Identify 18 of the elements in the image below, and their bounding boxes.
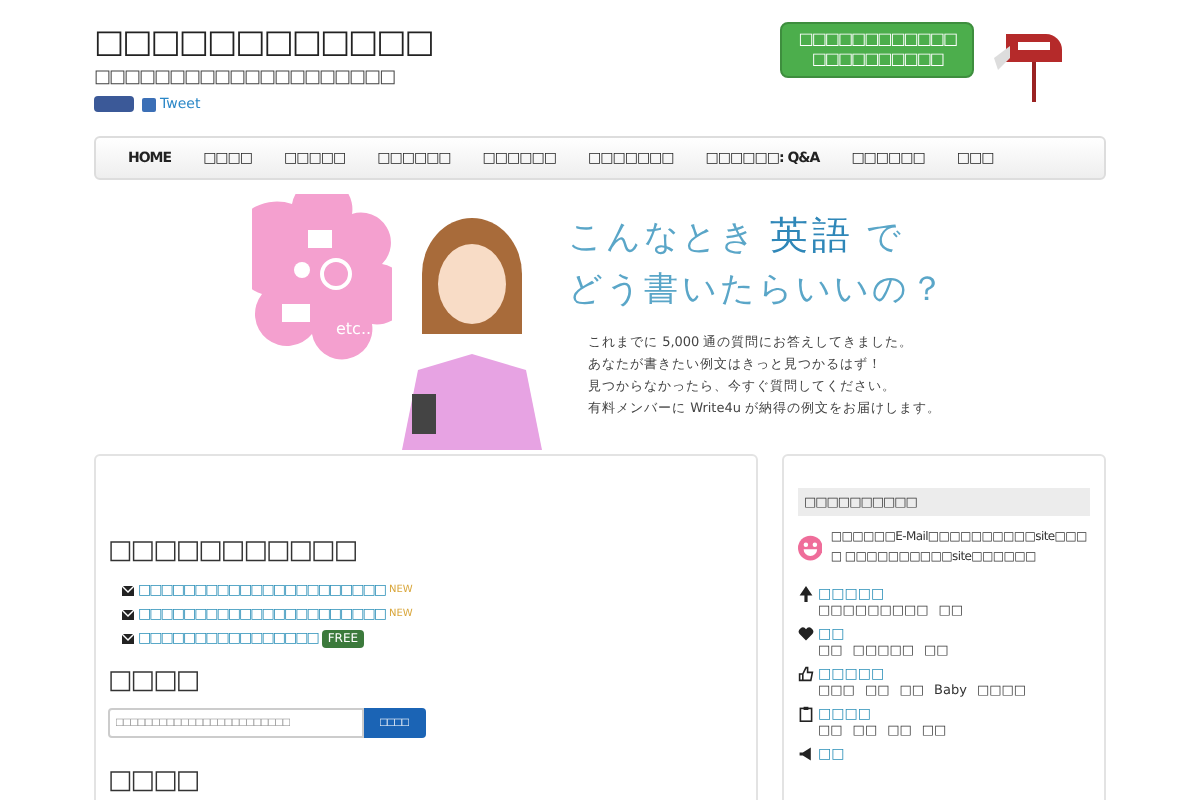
envelope-icon [122,585,134,595]
heart-icon [798,626,814,642]
banner-headline: どう書いたらいいの？ [568,268,948,312]
banner-headline: こんなとき [568,216,758,260]
facebook-like-button[interactable] [94,96,134,112]
section-heading: □□□□ [108,766,201,796]
envelope-icon [122,609,134,619]
bubble-text: etc... [336,320,377,338]
site-subtitle: □□□□□□□□□□□□□□□□□□□□ [94,68,397,88]
banner-highlight: 英語 [770,212,854,262]
site-title[interactable]: □□□□□□□□□□□□ [94,22,433,62]
banner-headline: で [866,216,904,260]
megaphone-icon [798,746,814,762]
section-heading: □□□□ [108,666,201,696]
thumbs-up-icon [798,666,814,682]
section-heading: □□□□□□□□□□□ [108,536,359,566]
clipboard-icon [798,706,814,722]
envelope-icon [122,633,134,643]
